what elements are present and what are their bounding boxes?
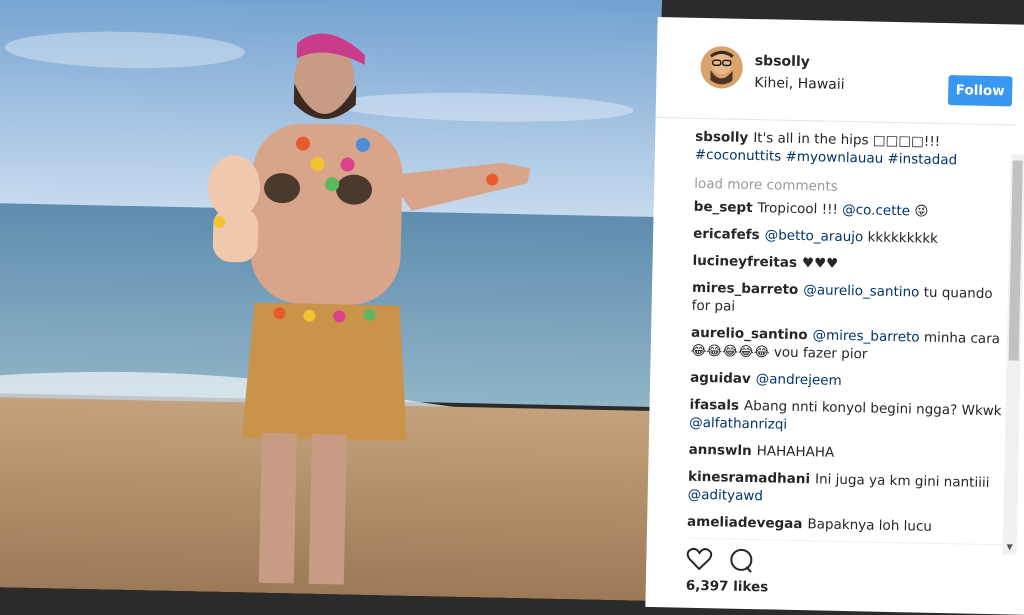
likes-count[interactable]: 6,397 likes: [686, 578, 769, 596]
post-photo[interactable]: [0, 0, 663, 601]
comment-mention[interactable]: @betto_araujo: [764, 227, 863, 245]
comment-item: lucineyfreitas ♥♥♥: [692, 252, 1012, 277]
comment-icon[interactable]: [728, 548, 755, 579]
caption-text: It's all in the hips □□□□!!!: [753, 130, 941, 150]
comment-suffix: 😜: [909, 203, 929, 220]
comment-username[interactable]: aurelio_santino: [691, 325, 808, 343]
comment-item: ifasals Abang nnti konyol begini ngga? Wk…: [689, 396, 1010, 439]
post-caption: sbsolly It's all in the hips □□□□!!! #coc…: [695, 128, 1016, 171]
avatar[interactable]: [700, 45, 744, 89]
post-sidebar: sbsolly Kihei, Hawaii Follow sbsolly It's…: [645, 16, 1024, 615]
comment-mention[interactable]: @andrejeem: [756, 371, 842, 389]
avatar-image: [700, 45, 744, 89]
comment-username[interactable]: aguidav: [690, 370, 751, 387]
comment-item: annswln HAHAHAHA: [688, 441, 1008, 466]
comment-mention[interactable]: @adityawd: [688, 487, 764, 505]
scrollbar-thumb[interactable]: [1008, 160, 1023, 361]
comment-username[interactable]: be_sept: [694, 199, 753, 216]
comment-item: ameliadevegaa Bapaknya loh lucu: [687, 513, 1007, 538]
comment-username[interactable]: annswln: [688, 442, 751, 459]
comment-username[interactable]: ifasals: [689, 397, 739, 414]
comment-text: Ini juga ya km gini nantiiii: [814, 471, 990, 492]
comment-item: ericafefs @betto_araujo kkkkkkkkk: [693, 225, 1013, 250]
comment-item: be_sept Tropicool !!! @co.cette 😜: [694, 198, 1014, 223]
comment-item: mires_barreto @aurelio_santino tu quando …: [691, 279, 1012, 322]
comment-username[interactable]: ameliadevegaa: [687, 514, 803, 532]
comment-mention[interactable]: @alfathanrizqi: [689, 415, 787, 433]
comments-list: sbsolly It's all in the hips □□□□!!! #coc…: [687, 128, 1016, 545]
comment-text: Bapaknya loh lucu: [807, 516, 933, 535]
comment-item: aurelio_santino @mires_barreto minha cara…: [691, 324, 1012, 367]
comment-username[interactable]: ericafefs: [693, 226, 760, 243]
load-more-comments-link[interactable]: load more comments: [694, 176, 1014, 199]
photo-illustration: [0, 0, 663, 601]
caption-hashtags[interactable]: #coconuttits #myownlauau #instadad: [695, 147, 958, 168]
comment-text: HAHAHAHA: [756, 443, 835, 461]
comment-username[interactable]: kinesramadhani: [688, 469, 810, 488]
caption-username[interactable]: sbsolly: [695, 129, 748, 146]
post-location[interactable]: Kihei, Hawaii: [754, 75, 845, 93]
comment-mention[interactable]: @co.cette: [842, 202, 910, 219]
follow-button[interactable]: Follow: [947, 75, 1013, 107]
comment-item: kinesramadhani Ini juga ya km gini nantii…: [688, 468, 1009, 511]
comment-username[interactable]: lucineyfreitas: [692, 253, 797, 271]
comment-mention[interactable]: @aurelio_santino: [803, 282, 919, 300]
comment-text: ♥♥♥: [801, 255, 839, 272]
comment-item: aguidav @andrejeem: [690, 369, 1010, 394]
heart-icon[interactable]: [686, 547, 713, 576]
comment-mention[interactable]: @mires_barreto: [812, 327, 919, 345]
screenshot-frame: sbsolly Kihei, Hawaii Follow sbsolly It's…: [0, 0, 1024, 615]
post-username[interactable]: sbsolly: [755, 53, 810, 70]
comment-text: Tropicool !!!: [757, 200, 843, 218]
comment-suffix: kkkkkkkkk: [863, 229, 939, 247]
post-header: sbsolly Kihei, Hawaii Follow: [655, 16, 1018, 126]
comment-username[interactable]: mires_barreto: [692, 280, 799, 298]
